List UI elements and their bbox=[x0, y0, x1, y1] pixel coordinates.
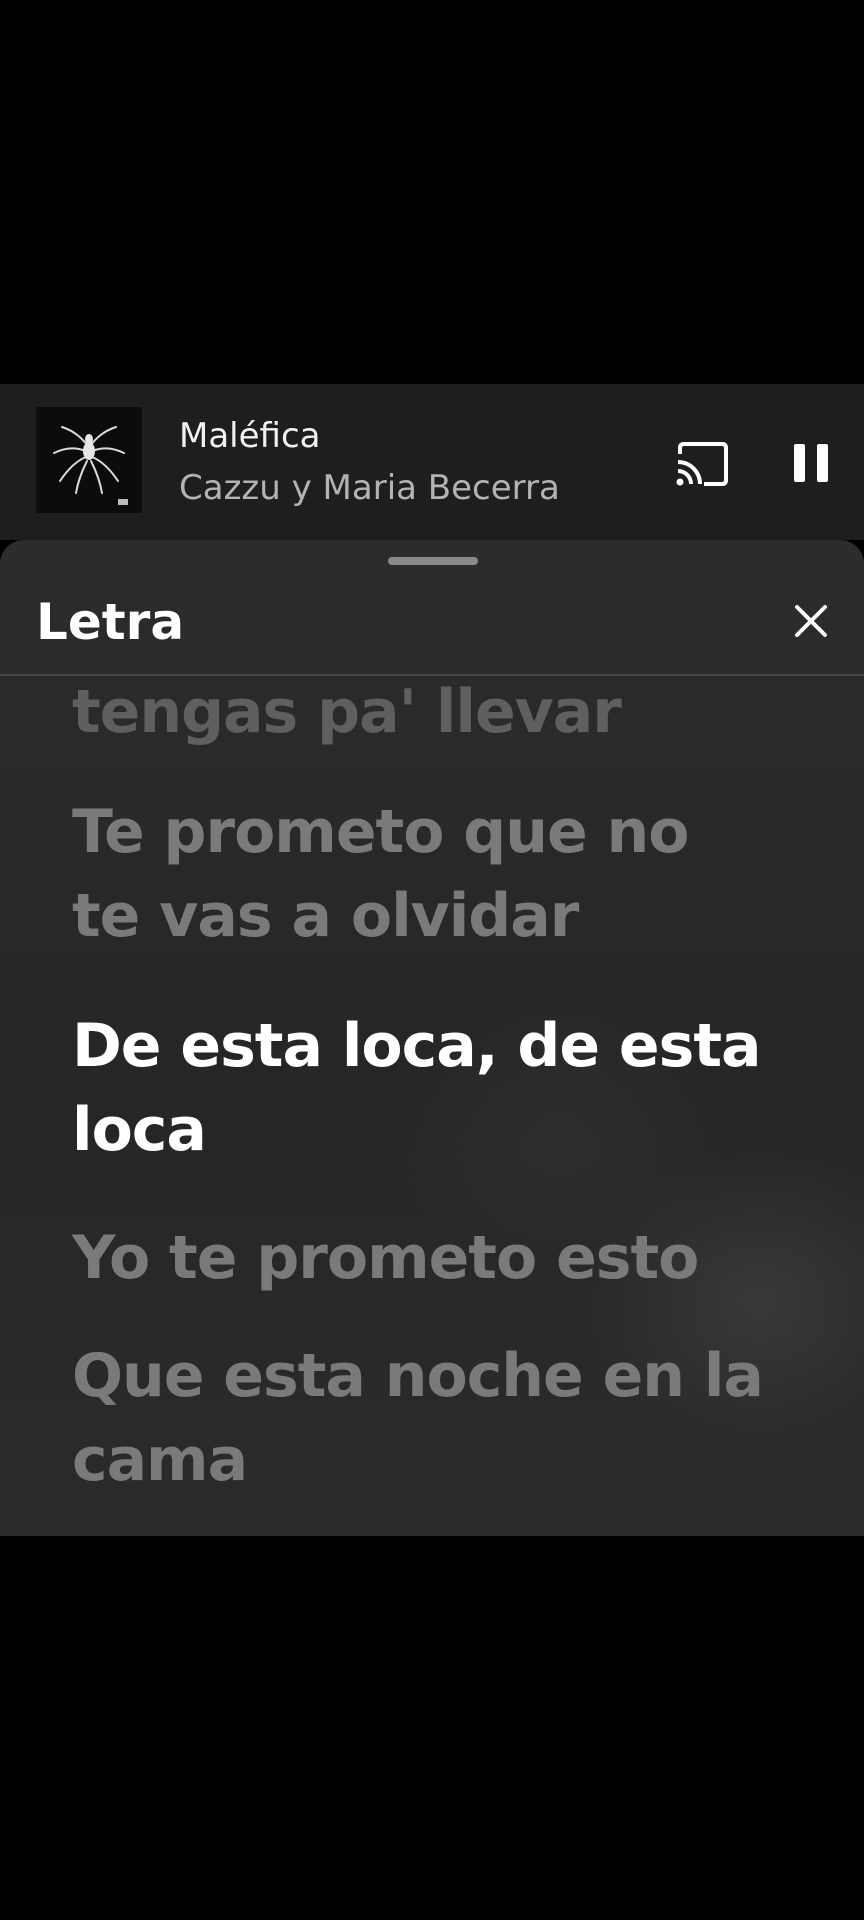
album-art[interactable] bbox=[36, 407, 142, 513]
cast-button[interactable] bbox=[674, 440, 730, 488]
cast-icon bbox=[676, 442, 728, 486]
lyric-line[interactable]: tengas pa' llevar bbox=[72, 676, 812, 754]
track-title: Maléfica bbox=[179, 416, 321, 456]
lyric-line-active[interactable]: De esta loca, de esta loca bbox=[72, 1004, 812, 1172]
pause-button[interactable] bbox=[786, 438, 836, 488]
close-button[interactable] bbox=[788, 598, 834, 644]
lyric-text: Que esta noche en la bbox=[72, 1341, 764, 1411]
lyric-line[interactable]: Que esta noche en la cama bbox=[72, 1334, 812, 1502]
mini-player[interactable]: Maléfica Cazzu y Maria Becerra bbox=[0, 384, 864, 540]
lyrics-title: Letra bbox=[36, 593, 185, 651]
lyric-text: Te prometo que no bbox=[72, 797, 690, 867]
lyric-line[interactable]: Yo te prometo esto bbox=[72, 1216, 812, 1300]
close-icon bbox=[795, 605, 827, 637]
lyric-text: loca bbox=[72, 1095, 207, 1165]
lyric-text: cama bbox=[72, 1425, 248, 1495]
pause-icon bbox=[794, 444, 828, 482]
drag-handle[interactable] bbox=[388, 557, 478, 565]
screen: Maléfica Cazzu y Maria Becerra Letra ten… bbox=[0, 0, 864, 1920]
lyric-text: tengas pa' llevar bbox=[72, 677, 622, 747]
lyric-text: Yo te prometo esto bbox=[72, 1223, 699, 1293]
lyrics-sheet: Letra tengas pa' llevar Te prometo que n… bbox=[0, 540, 864, 1536]
lyrics-header: Letra bbox=[0, 568, 864, 676]
lyric-text: De esta loca, de esta bbox=[72, 1011, 761, 1081]
track-artist: Cazzu y Maria Becerra bbox=[179, 468, 560, 508]
lyric-line[interactable]: Te prometo que no te vas a olvidar bbox=[72, 790, 812, 958]
lyrics-list[interactable]: tengas pa' llevar Te prometo que no te v… bbox=[0, 676, 864, 1536]
spider-album-art bbox=[36, 407, 142, 513]
lyric-text: te vas a olvidar bbox=[72, 881, 579, 951]
